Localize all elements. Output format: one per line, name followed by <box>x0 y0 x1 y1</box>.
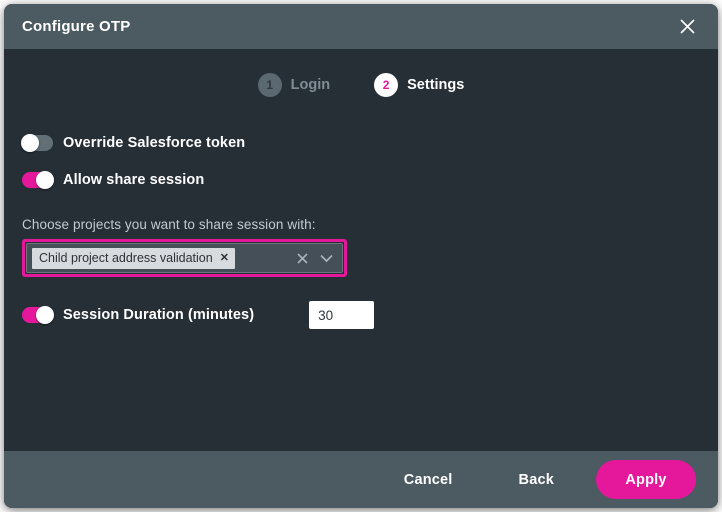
chevron-down-icon-glyph <box>319 254 333 262</box>
cancel-button[interactable]: Cancel <box>404 464 453 496</box>
step-number: 1 <box>257 73 282 97</box>
dialog-header: Configure OTP <box>4 4 718 49</box>
session-duration-label: Session Duration (minutes) <box>63 307 255 323</box>
step-login[interactable]: 1 Login <box>257 73 331 97</box>
override-token-toggle[interactable] <box>21 134 53 152</box>
projects-chip-list: Child project address validation ✕ <box>32 247 294 269</box>
toggle-knob <box>21 134 39 152</box>
project-chip[interactable]: Child project address validation ✕ <box>32 247 235 269</box>
close-icon[interactable] <box>294 250 310 266</box>
projects-multiselect-highlight: Child project address validation ✕ <box>22 239 347 277</box>
close-icon-glyph <box>679 19 695 34</box>
allow-share-session-toggle[interactable] <box>22 171 54 189</box>
configure-otp-dialog: Configure OTP 1 Login 2 Settings Overrid… <box>4 4 718 508</box>
session-duration-toggle[interactable] <box>22 306 54 324</box>
session-duration-row: Session Duration (minutes) <box>22 301 700 329</box>
override-token-label: Override Salesforce token <box>63 135 246 151</box>
toggle-knob <box>36 306 54 324</box>
back-button[interactable]: Back <box>519 464 554 496</box>
dialog-footer: Cancel Back Apply <box>4 451 718 508</box>
override-token-row: Override Salesforce token <box>21 134 700 152</box>
session-duration-input[interactable] <box>309 301 375 329</box>
step-label: Settings <box>407 77 465 93</box>
dialog-body: 1 Login 2 Settings Override Salesforce t… <box>4 49 718 451</box>
multiselect-actions <box>294 250 338 266</box>
close-icon-glyph <box>296 252 308 264</box>
step-settings[interactable]: 2 Settings <box>374 73 464 97</box>
stepper: 1 Login 2 Settings <box>22 49 700 101</box>
allow-share-session-label: Allow share session <box>63 172 205 188</box>
project-chip-label: Child project address validation <box>39 251 213 265</box>
apply-button[interactable]: Apply <box>596 460 696 499</box>
allow-share-session-row: Allow share session <box>22 171 700 189</box>
close-icon[interactable]: ✕ <box>220 252 229 264</box>
chevron-down-icon[interactable] <box>318 250 334 266</box>
step-label: Login <box>290 77 331 93</box>
toggle-knob <box>36 171 54 189</box>
dialog-title: Configure OTP <box>22 18 131 35</box>
projects-field-label: Choose projects you want to share sessio… <box>22 217 316 232</box>
close-icon[interactable] <box>672 12 702 42</box>
projects-multiselect[interactable]: Child project address validation ✕ <box>26 243 343 273</box>
step-number: 2 <box>374 73 399 97</box>
